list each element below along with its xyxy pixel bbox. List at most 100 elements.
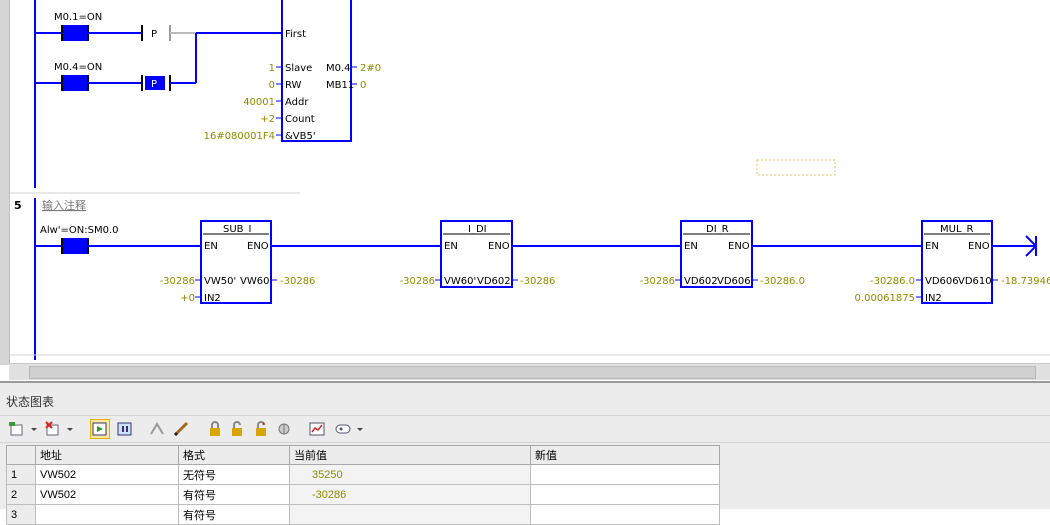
pin-in2: IN2 [204,293,221,304]
unforce-lock-icon[interactable] [228,420,246,438]
out-mb11: MB11 [326,80,354,91]
table-row[interactable]: 3 有符号 [6,504,720,525]
table-row[interactable]: 2 VW502 有符号 -30286 [6,484,720,505]
in2-value: 0.00061875 [855,293,915,304]
pin-in2: IN2 [925,293,942,304]
pin-rw: RW [285,80,302,91]
pin-eno: ENO [728,241,750,252]
new-value-cell[interactable] [530,484,720,505]
force-lock-icon[interactable] [206,420,224,438]
block-title: I_DI [468,224,487,235]
contact-m01[interactable] [62,25,88,41]
pin-in1: VD602 [684,276,718,287]
pin-out: VW60' [240,276,272,287]
contact-sm00-label[interactable]: Alw'=ON:SM0.0 [40,225,119,236]
pin-en: EN [684,241,698,252]
row-index: 1 [6,464,36,485]
block-mul-r[interactable]: MUL_R EN ENO VD606 VD610 IN2 -30286.0 0.… [855,220,1050,304]
status-chart-panel: 状态图表 * 地址 格式 当前值 新值 1 VW502 无符号 35250 2 … [0,381,1050,525]
out-mb11-value: 0 [360,80,366,91]
pin-in1: VW50' [204,276,236,287]
write-all-icon[interactable] [148,420,166,438]
chevron-down-icon[interactable] [356,420,364,438]
block-i-di[interactable]: I_DI EN ENO VW60' VD602 -30286 -30286 [400,220,556,288]
out-m04-value: 2#0 [360,63,381,74]
pin-vb5: &VB5' [285,131,316,142]
pin-slave: Slave [285,63,312,74]
address-cell[interactable] [35,504,179,525]
pin-eno: ENO [247,241,269,252]
col-format[interactable]: 格式 [178,445,290,465]
pin-in1: VW60' [444,276,476,287]
pin-en: EN [444,241,458,252]
unforce-all-icon[interactable]: * [252,420,270,438]
read-forced-icon[interactable] [276,420,294,438]
out-value: -30286.0 [760,276,805,287]
contact-m04[interactable] [62,75,88,91]
current-value-cell [289,504,531,525]
status-toolbar: * [0,415,1050,443]
new-value-cell[interactable] [530,504,720,525]
block-di-r[interactable]: DI_R EN ENO VD602 VD606 -30286 -30286.0 [640,220,805,288]
contact-m04-label[interactable]: M0.4=ON [54,62,102,73]
pencil-icon[interactable] [172,420,190,438]
pin-addr: Addr [285,97,309,108]
chevron-down-icon[interactable] [30,420,38,438]
pin-count: Count [285,114,315,125]
format-cell[interactable]: 无符号 [178,464,290,485]
in1-value: -30286 [400,276,435,287]
out-value: -18.73946 [1001,276,1050,287]
in-slave-value: 1 [269,63,275,74]
network-comment[interactable]: 输入注释 [42,198,86,212]
trend-view-icon[interactable] [308,420,326,438]
scrollbar-thumb[interactable] [29,366,1036,379]
ladder-diagram: M0.1=ON P M0.4=ON P First Slave RW Addr … [10,0,1050,360]
pin-out: VD610 [958,276,992,287]
pin-out: VD602 [477,276,511,287]
col-current[interactable]: 当前值 [289,445,531,465]
rung-top: M0.1=ON P M0.4=ON P First Slave RW Addr … [35,0,381,142]
current-value-cell: -30286 [289,484,531,505]
address-cell[interactable]: VW502 [35,484,179,505]
pin-en: EN [925,241,939,252]
contact-m01-label[interactable]: M0.1=ON [54,12,102,23]
status-table: 地址 格式 当前值 新值 1 VW502 无符号 35250 2 VW502 有… [6,445,720,525]
single-read-icon[interactable] [116,420,134,438]
out-m04: M0.4 [326,63,351,74]
in-addr-value: 40001 [243,97,275,108]
block-title: MUL_R [940,224,974,235]
chart-status-icon[interactable] [90,419,110,439]
table-row[interactable]: 1 VW502 无符号 35250 [6,464,720,485]
new-value-cell[interactable] [530,464,720,485]
corner-cell [6,445,36,465]
block-title: SUB_I [223,224,251,235]
in2-value: +0 [180,293,195,304]
block-sub-i[interactable]: SUB_I EN ENO VW50' VW60' IN2 -30286 +0 -… [160,220,316,304]
contact-sm00[interactable] [62,238,88,254]
selection-marquee [756,159,836,176]
network-number: 5 [14,199,22,212]
current-value-cell: 35250 [289,464,531,485]
block-title: DI_R [706,224,729,235]
pin-en: EN [204,241,218,252]
status-chart-title: 状态图表 [6,395,55,409]
in1-value: -30286 [160,276,195,287]
in1-value: -30286 [640,276,675,287]
address-cell[interactable]: VW502 [35,464,179,485]
chevron-down-icon[interactable] [66,420,74,438]
format-cell[interactable]: 有符号 [178,504,290,525]
pulse-label-2: P [151,79,157,90]
row-index: 3 [6,504,36,525]
add-row-icon[interactable] [8,420,26,438]
tag-options-icon[interactable] [334,420,354,438]
format-cell[interactable]: 有符号 [178,484,290,505]
delete-row-icon[interactable] [44,420,62,438]
network-5: 5 输入注释 Alw'=ON:SM0.0 SUB_I EN ENO VW50' … [14,198,1050,304]
ladder-editor: M0.1=ON P M0.4=ON P First Slave RW Addr … [0,0,1050,380]
in1-value: -30286.0 [870,276,915,287]
col-new[interactable]: 新值 [530,445,720,465]
col-address[interactable]: 地址 [35,445,179,465]
horizontal-scrollbar[interactable] [9,363,1050,380]
pin-in1: VD606 [925,276,959,287]
pin-out: VD606 [717,276,751,287]
